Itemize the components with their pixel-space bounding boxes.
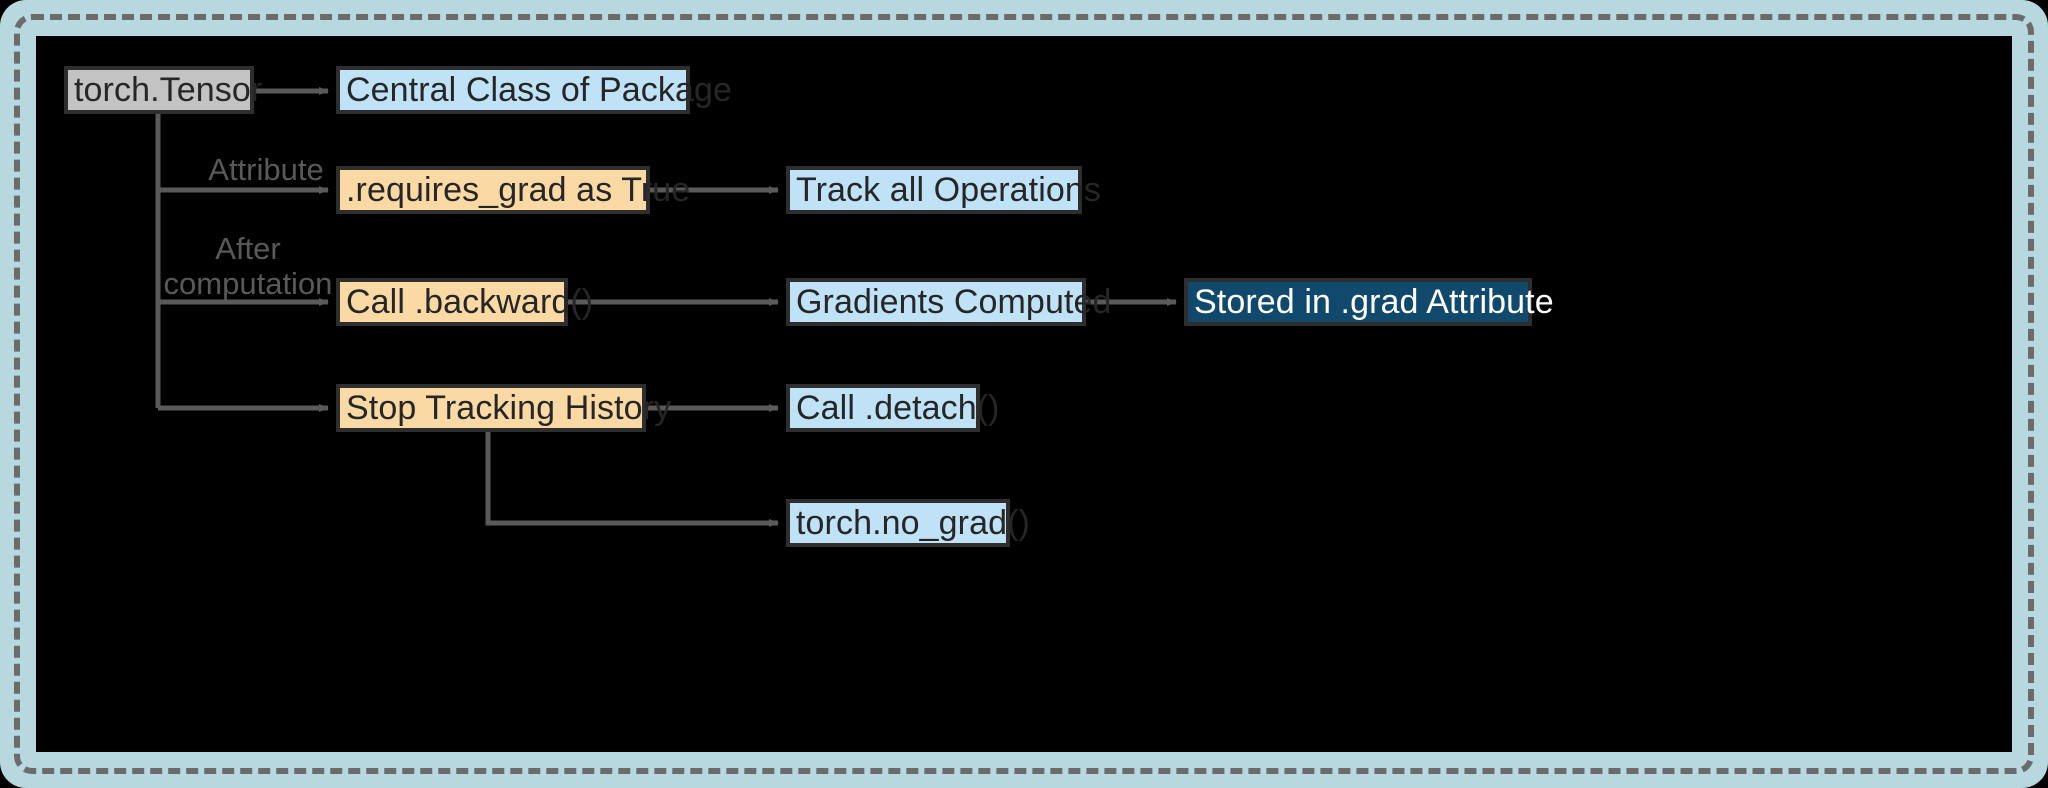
node-stop-tracking-history[interactable]: Stop Tracking History [336, 384, 671, 432]
node-gradients-computed-label: Gradients Computed [796, 283, 1112, 321]
node-torch-no-grad[interactable]: torch.no_grad() [786, 499, 1030, 547]
node-call-backward[interactable]: Call .backward() [336, 278, 593, 326]
diagram-outer-frame: Attribute After computation torch.Tensor… [0, 0, 2048, 788]
node-requires-grad-label: .requires_grad as True [346, 171, 691, 209]
node-stored-in-grad-attribute-label: Stored in .grad Attribute [1194, 283, 1554, 321]
node-gradients-computed[interactable]: Gradients Computed [786, 278, 1111, 326]
edge-stoptracking-to-nograd [485, 432, 779, 527]
node-torch-no-grad-label: torch.no_grad() [796, 504, 1030, 542]
diagram-canvas: Attribute After computation torch.Tensor… [36, 36, 2012, 752]
node-torch-tensor-label: torch.Tensor [74, 71, 263, 109]
node-track-operations[interactable]: Track all Operations [786, 166, 1101, 214]
node-requires-grad[interactable]: .requires_grad as True [336, 166, 690, 214]
node-torch-tensor[interactable]: torch.Tensor [64, 66, 262, 114]
node-call-backward-label: Call .backward() [346, 283, 594, 321]
node-track-operations-label: Track all Operations [796, 171, 1101, 209]
diagram-connectors [155, 87, 1177, 527]
node-call-detach[interactable]: Call .detach() [786, 384, 999, 432]
node-stored-in-grad-attribute[interactable]: Stored in .grad Attribute [1184, 278, 1554, 326]
node-call-detach-label: Call .detach() [796, 389, 1000, 427]
node-central-class[interactable]: Central Class of Package [336, 66, 732, 114]
node-stop-tracking-history-label: Stop Tracking History [346, 389, 672, 427]
node-central-class-label: Central Class of Package [346, 71, 733, 109]
